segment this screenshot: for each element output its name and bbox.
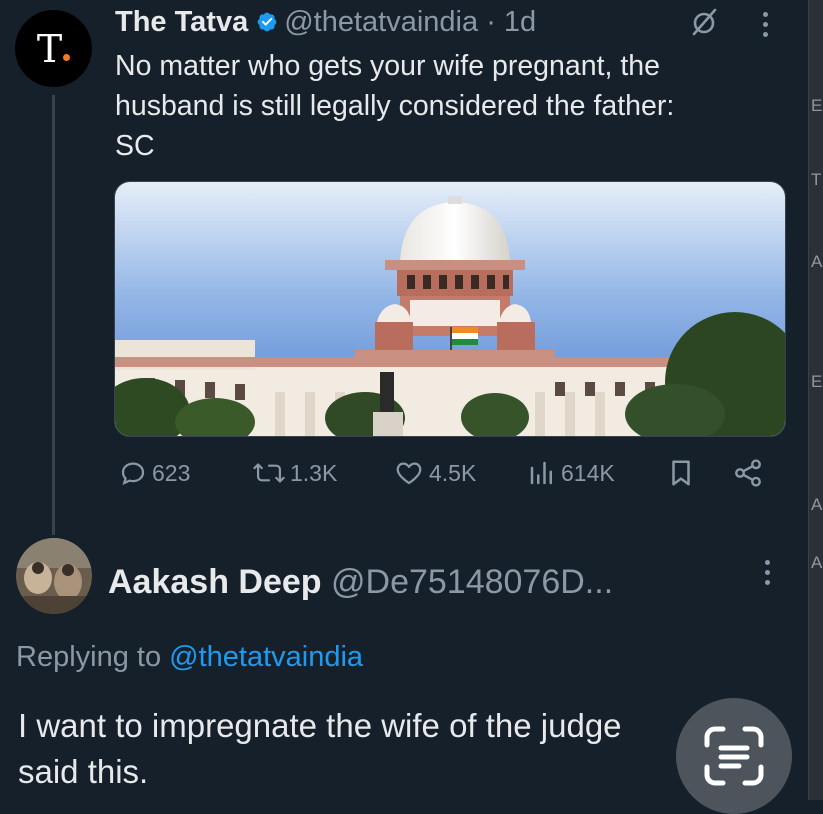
reply-author-avatar[interactable]	[16, 538, 92, 614]
more-vertical-icon[interactable]	[757, 556, 777, 590]
reply-text: I want to impregnate the wife of the jud…	[18, 707, 622, 790]
views-chart-icon	[530, 461, 552, 485]
avatar-logo-letter: T	[36, 26, 63, 71]
repost-icon	[253, 463, 285, 483]
thread-connector-line	[52, 95, 55, 535]
reply-count: 623	[152, 459, 191, 486]
panel-edge-letter: E	[811, 372, 823, 391]
verified-badge-icon	[257, 12, 277, 32]
adjacent-panel-edge	[808, 0, 823, 800]
mute-icon[interactable]	[688, 7, 720, 37]
author-name[interactable]: The Tatva	[115, 6, 248, 38]
views-count: 614K	[561, 459, 615, 486]
tweet-text: No matter who gets your wife pregnant, t…	[115, 50, 675, 162]
reply-author-handle[interactable]: @De75148076D...	[331, 563, 613, 601]
tweet-action-bar: 623 1.3K 4.5K 614K	[110, 452, 790, 494]
views-button[interactable]: 614K	[527, 452, 615, 494]
bookmark-button[interactable]	[666, 452, 700, 494]
tweet-header: The Tatva @thetatvaindia · 1d	[115, 4, 536, 40]
repost-count: 1.3K	[290, 459, 338, 486]
tweet-image[interactable]	[114, 181, 786, 437]
avatar-logo-dot	[63, 54, 71, 61]
panel-edge-letter: T	[811, 170, 822, 189]
author-handle[interactable]: @thetatvaindia	[284, 6, 478, 38]
replying-to-mention[interactable]: @thetatvaindia	[169, 641, 363, 673]
google-lens-icon	[704, 726, 764, 786]
heart-icon	[396, 462, 422, 485]
panel-edge-letter: A	[811, 252, 823, 271]
tweet-time[interactable]: · 1d	[486, 6, 536, 38]
like-button[interactable]: 4.5K	[393, 452, 476, 494]
reply-author-name[interactable]: Aakash Deep	[108, 563, 322, 601]
replying-to-line: Replying to @thetatvaindia	[16, 641, 363, 674]
author-avatar[interactable]: T	[15, 10, 92, 87]
like-count: 4.5K	[429, 459, 477, 486]
panel-edge-letter: A	[811, 553, 823, 572]
bookmark-icon	[672, 460, 690, 486]
replying-to-label: Replying to	[16, 641, 162, 673]
reply-icon	[121, 462, 145, 485]
google-lens-button[interactable]	[676, 698, 792, 814]
reply-header: Aakash Deep @De75148076D...	[108, 560, 613, 604]
panel-edge-letter: E	[811, 96, 823, 115]
share-button[interactable]	[732, 452, 768, 494]
panel-edge-letter: A	[811, 495, 823, 514]
share-icon	[735, 459, 761, 487]
reply-button[interactable]: 623	[118, 452, 190, 494]
repost-button[interactable]: 1.3K	[252, 452, 337, 494]
more-vertical-icon[interactable]	[755, 8, 775, 42]
